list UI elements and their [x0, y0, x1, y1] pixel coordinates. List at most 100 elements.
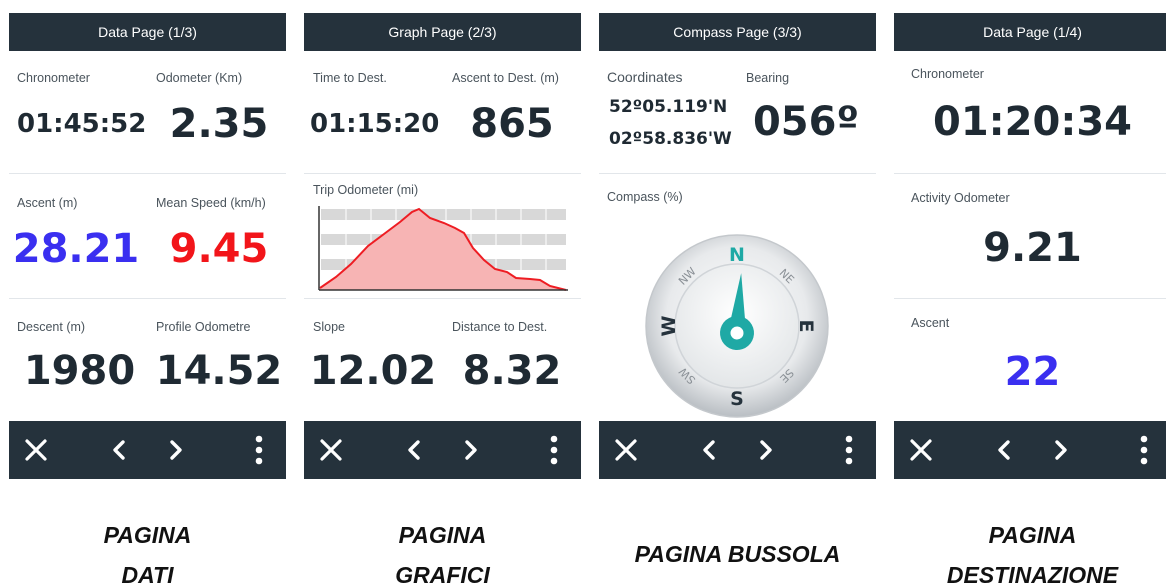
- distance-to-dest-value: 8.32: [462, 348, 562, 394]
- more-vertical-icon: [550, 435, 558, 465]
- caption-line: PAGINA: [103, 522, 192, 548]
- close-icon: [320, 439, 342, 461]
- previous-page-button[interactable]: [100, 421, 140, 479]
- previous-page-button[interactable]: [985, 421, 1025, 479]
- ascent-to-dest-value: 865: [470, 101, 554, 147]
- ascent-label: Ascent (m): [17, 196, 78, 210]
- chevron-left-icon: [703, 440, 715, 460]
- previous-page-button[interactable]: [395, 421, 435, 479]
- chronometer-value: 01:20:34: [933, 99, 1132, 145]
- chronometer-label: Chronometer: [17, 71, 90, 85]
- coordinates-label: Coordinates: [607, 69, 683, 85]
- more-vertical-icon: [255, 435, 263, 465]
- activity-odometer-value: 9.21: [983, 225, 1082, 271]
- compass-east-letter: E: [795, 320, 817, 333]
- bottom-toolbar: [599, 421, 876, 479]
- chevron-right-icon: [760, 440, 772, 460]
- caption-line: DESTINAZIONE: [946, 562, 1119, 586]
- caption-line: PAGINA BUSSOLA: [634, 541, 841, 567]
- bearing-value: 056º: [752, 99, 860, 145]
- chevron-right-icon: [465, 440, 477, 460]
- close-button[interactable]: [606, 421, 646, 479]
- page-title: Data Page (1/4): [894, 13, 1166, 51]
- close-button[interactable]: [901, 421, 941, 479]
- bottom-toolbar: [304, 421, 581, 479]
- ascent-to-dest-label: Ascent to Dest. (m): [452, 71, 559, 85]
- bottom-toolbar: [9, 421, 286, 479]
- graph-page-screen: Graph Page (2/3) Time to Dest. 01:15:20 …: [304, 13, 581, 481]
- ascent-label: Ascent: [911, 316, 950, 330]
- close-button[interactable]: [16, 421, 56, 479]
- bottom-toolbar: [894, 421, 1166, 479]
- more-vertical-icon: [845, 435, 853, 465]
- caption-line: PAGINA: [398, 522, 487, 548]
- mean-speed-label: Mean Speed (km/h): [156, 196, 266, 210]
- destination-page-screen: Data Page (1/4) Chronometer 01:20:34 Act…: [894, 13, 1166, 481]
- chevron-left-icon: [998, 440, 1010, 460]
- previous-page-button[interactable]: [690, 421, 730, 479]
- more-options-button[interactable]: [239, 421, 279, 479]
- close-icon: [615, 439, 637, 461]
- distance-to-dest-label: Distance to Dest.: [452, 320, 548, 334]
- caption-line: PAGINA: [988, 522, 1077, 548]
- chevron-left-icon: [113, 440, 125, 460]
- profile-area: [320, 209, 566, 290]
- caption-line: GRAFICI: [395, 562, 490, 586]
- odometer-value: 2.35: [169, 101, 269, 147]
- close-icon: [910, 439, 932, 461]
- profile-odometre-value: 14.52: [155, 348, 283, 394]
- caption-line: DATI: [121, 562, 174, 586]
- caption-compass-page: PAGINA BUSSOLA: [599, 534, 876, 574]
- elevation-profile-graph: [318, 206, 568, 291]
- chevron-right-icon: [1055, 440, 1067, 460]
- next-page-button[interactable]: [1040, 421, 1080, 479]
- page-title: Data Page (1/3): [9, 13, 286, 51]
- caption-destination-page: PAGINA DESTINAZIONE: [894, 515, 1166, 586]
- mean-speed-value: 9.45: [169, 226, 269, 272]
- caption-data-page: PAGINA DATI: [9, 515, 286, 586]
- trip-odometer-label: Trip Odometer (mi): [313, 183, 419, 197]
- divider: [9, 298, 286, 299]
- longitude-value: 02º58.836'W: [609, 129, 732, 149]
- time-to-dest-value: 01:15:20: [310, 109, 440, 139]
- descent-value: 1980: [23, 348, 136, 394]
- latitude-value: 52º05.119'N: [609, 97, 728, 117]
- compass-north-letter: N: [729, 244, 745, 266]
- compass-page-screen: Compass Page (3/3) Coordinates 52º05.119…: [599, 13, 876, 481]
- close-button[interactable]: [311, 421, 351, 479]
- divider: [304, 173, 581, 174]
- more-vertical-icon: [1140, 435, 1148, 465]
- page-title: Compass Page (3/3): [599, 13, 876, 51]
- next-page-button[interactable]: [155, 421, 195, 479]
- slope-value: 12.02: [309, 348, 437, 394]
- more-options-button[interactable]: [829, 421, 869, 479]
- chevron-right-icon: [170, 440, 182, 460]
- caption-graph-page: PAGINA GRAFICI: [304, 515, 581, 586]
- divider: [894, 298, 1166, 299]
- more-options-button[interactable]: [1124, 421, 1164, 479]
- time-to-dest-label: Time to Dest.: [313, 71, 387, 85]
- next-page-button[interactable]: [745, 421, 785, 479]
- activity-odometer-label: Activity Odometer: [911, 191, 1010, 205]
- more-options-button[interactable]: [534, 421, 574, 479]
- next-page-button[interactable]: [450, 421, 490, 479]
- close-icon: [25, 439, 47, 461]
- profile-odometre-label: Profile Odometre: [156, 320, 251, 334]
- descent-label: Descent (m): [17, 320, 86, 334]
- divider: [304, 298, 581, 299]
- ascent-value: 28.21: [12, 226, 140, 272]
- ascent-value: 22: [1004, 349, 1061, 395]
- divider: [9, 173, 286, 174]
- odometer-label: Odometer (Km): [156, 71, 243, 85]
- compass-label: Compass (%): [607, 190, 683, 204]
- page-title: Graph Page (2/3): [304, 13, 581, 51]
- compass-dial: N S E W NE NW SE SW: [645, 234, 829, 418]
- slope-label: Slope: [313, 320, 345, 334]
- compass-south-letter: S: [730, 388, 744, 410]
- divider: [599, 173, 876, 174]
- divider: [894, 173, 1166, 174]
- data-page-screen: Data Page (1/3) Chronometer 01:45:52 Odo…: [9, 13, 286, 481]
- bearing-label: Bearing: [746, 71, 790, 85]
- chevron-left-icon: [408, 440, 420, 460]
- compass-west-letter: W: [658, 315, 680, 336]
